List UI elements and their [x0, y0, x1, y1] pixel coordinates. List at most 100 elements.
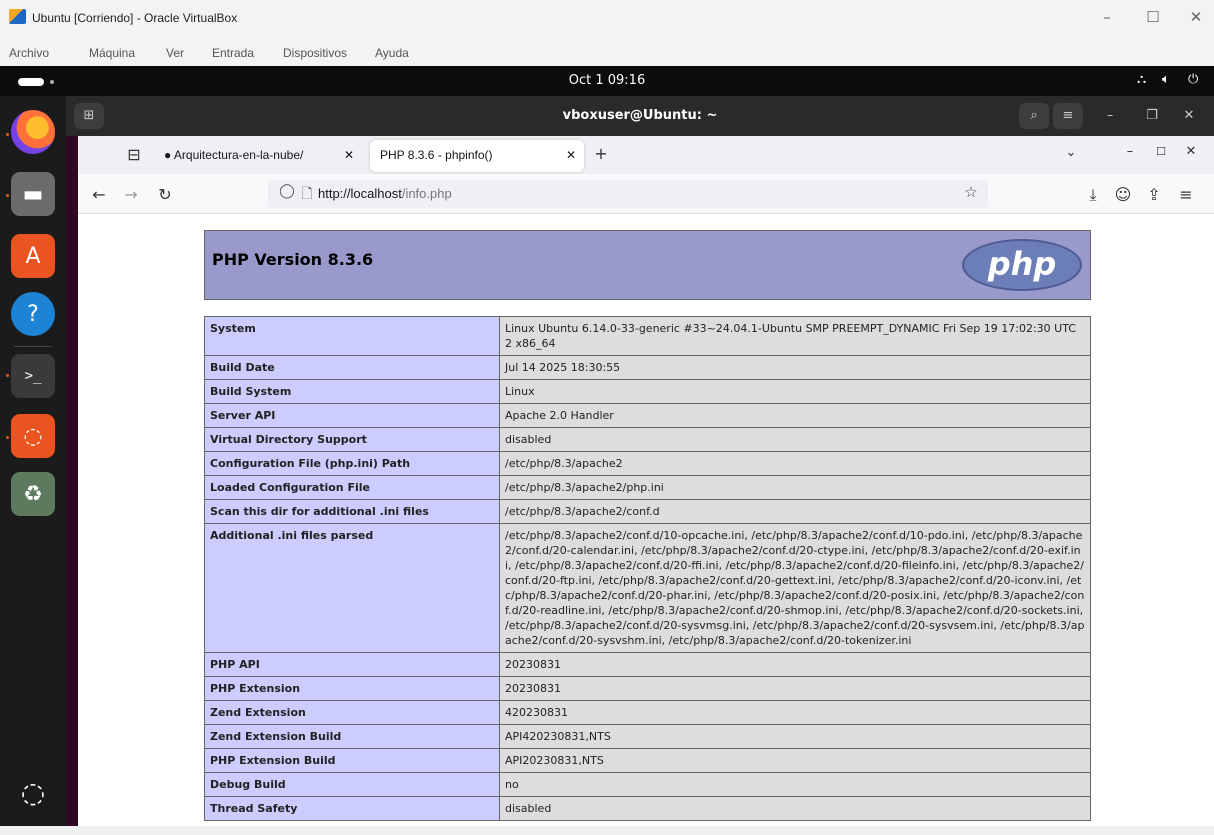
php-version-title: PHP Version 8.3.6 [212, 250, 374, 269]
network-icon[interactable]: ⛬ [1137, 72, 1146, 87]
menu-maquina[interactable]: Máquina [89, 46, 135, 60]
terminal-icon[interactable]: >_ [11, 354, 55, 398]
menu-ver[interactable]: Ver [166, 46, 184, 60]
running-indicator [6, 374, 9, 377]
table-row: Additional .ini files parsed/etc/php/8.3… [204, 523, 1091, 653]
tab-label: Arquitectura-en-la-nube/ [173, 148, 304, 162]
search-icon[interactable]: ⌕ [1019, 103, 1049, 129]
info-value: API20230831,NTS [499, 748, 1091, 773]
hamburger-menu-icon[interactable]: ≡ [1053, 103, 1083, 129]
reload-icon[interactable]: ↻ [154, 185, 176, 204]
table-row: System Linux Ubuntu 6.14.0-33-generic #33… [204, 316, 1091, 356]
phpinfo-page: PHP Version 8.3.6 php System Linux Ubuntu… [78, 214, 1214, 826]
info-key: PHP Extension Build [204, 748, 500, 773]
info-value: Linux [499, 379, 1091, 404]
php-logo[interactable]: php [962, 239, 1082, 291]
virtualbox-statusbar [0, 826, 1214, 835]
tab-label: PHP 8.3.6 - phpinfo() [380, 148, 493, 162]
page-icon[interactable]: 🗋︎ [296, 183, 318, 207]
close-icon[interactable]: ✕ [1180, 144, 1202, 159]
minimize-icon[interactable]: – [1095, 103, 1125, 129]
terminal-headerbar: ⊞ vboxuser@Ubuntu: ~ ⌕ ≡ – ❐ ✕ [66, 96, 1214, 136]
info-value: disabled [499, 427, 1091, 452]
info-value: Linux Ubuntu 6.14.0-33-generic #33~24.04… [499, 316, 1091, 356]
info-key: Loaded Configuration File [204, 475, 500, 500]
virtualbox-titlebar: Ubuntu [Corriendo] - Oracle VirtualBox –… [0, 0, 1214, 40]
forward-icon[interactable]: → [120, 185, 142, 204]
maximize-icon[interactable]: ☐ [1138, 8, 1168, 26]
clock[interactable]: Oct 1 09:16 [0, 73, 1214, 88]
running-indicator [6, 133, 9, 136]
power-icon[interactable]: ⏻ [1188, 72, 1198, 87]
tab-close-icon[interactable]: ✕ [566, 148, 576, 162]
show-apps-icon[interactable]: ◌ [11, 770, 55, 814]
ubuntu-software-icon[interactable]: ◌ [11, 414, 55, 458]
running-indicator [6, 194, 9, 197]
table-row: Zend Extension 420230831 [204, 700, 1091, 725]
info-key: Virtual Directory Support [204, 427, 500, 452]
help-icon[interactable]: ? [11, 292, 55, 336]
url-bar[interactable]: ◯ 🗋︎ http://localhost/info.php ☆ [268, 180, 988, 208]
firefox-icon[interactable] [11, 110, 55, 154]
ubuntu-dock: ▬ A ? >_ ◌ ♻ ◌ [0, 96, 66, 826]
back-icon[interactable]: ← [88, 185, 110, 204]
info-value: disabled [499, 796, 1091, 821]
minimize-icon[interactable]: – [1092, 8, 1122, 26]
info-value: 20230831 [499, 652, 1091, 677]
table-row: Server API Apache 2.0 Handler [204, 403, 1091, 428]
minimize-icon[interactable]: – [1119, 144, 1141, 159]
tab-close-icon[interactable]: ✕ [344, 148, 354, 162]
table-row: Build System Linux [204, 379, 1091, 404]
account-icon[interactable]: ☺ [1112, 185, 1134, 204]
info-key: Additional .ini files parsed [204, 523, 500, 653]
info-key: Build System [204, 379, 500, 404]
maximize-icon[interactable]: ☐ [1150, 145, 1172, 158]
info-value: /etc/php/8.3/apache2/php.ini [499, 475, 1091, 500]
url-host: http://localhost [318, 186, 402, 201]
table-row: PHP API 20230831 [204, 652, 1091, 677]
trash-icon[interactable]: ♻ [11, 472, 55, 516]
firefox-window: ⊟ ● Arquitectura-en-la-nube/ ✕ PHP 8.3.6… [78, 136, 1214, 826]
table-row: PHP Extension Build API20230831,NTS [204, 748, 1091, 773]
table-row: Scan this dir for additional .ini files /… [204, 499, 1091, 524]
info-key: Debug Build [204, 772, 500, 797]
virtualbox-menubar: Archivo Máquina Ver Entrada Dispositivos… [0, 40, 1214, 66]
menu-ayuda[interactable]: Ayuda [375, 46, 409, 60]
info-key: Zend Extension [204, 700, 500, 725]
menu-archivo[interactable]: Archivo [9, 46, 49, 60]
list-all-tabs-icon[interactable]: ⌄ [1060, 145, 1082, 160]
ubuntu-top-bar: Oct 1 09:16 ⛬ 🔈︎ ⏻ [0, 66, 1214, 96]
firefox-navbar: ← → ↻ ◯ 🗋︎ http://localhost/info.php ☆ ⤓… [78, 174, 1214, 214]
info-key: Thread Safety [204, 796, 500, 821]
php-version-header: PHP Version 8.3.6 php [204, 230, 1091, 300]
shield-icon[interactable]: ◯ [276, 183, 298, 199]
tab-github[interactable]: ● Arquitectura-en-la-nube/ ✕ [154, 140, 362, 172]
files-icon[interactable]: ▬ [11, 172, 55, 216]
volume-icon[interactable]: 🔈︎ [1162, 72, 1170, 87]
virtualbox-window-title: Ubuntu [Corriendo] - Oracle VirtualBox [32, 11, 238, 25]
info-key: Build Date [204, 355, 500, 380]
app-center-icon[interactable]: A [11, 234, 55, 278]
table-row: Thread Safety disabled [204, 796, 1091, 821]
running-indicator [6, 436, 9, 439]
table-row: Loaded Configuration File/etc/php/8.3/ap… [204, 475, 1091, 500]
new-tab-icon[interactable]: + [590, 144, 612, 163]
terminal-body [66, 136, 78, 826]
info-value: Jul 14 2025 18:30:55 [499, 355, 1091, 380]
close-icon[interactable]: ✕ [1181, 8, 1211, 26]
info-key: Zend Extension Build [204, 724, 500, 749]
info-key: Scan this dir for additional .ini files [204, 499, 500, 524]
info-value: Apache 2.0 Handler [499, 403, 1091, 428]
close-icon[interactable]: ✕ [1174, 103, 1204, 129]
menu-entrada[interactable]: Entrada [212, 46, 254, 60]
downloads-icon[interactable]: ⤓ [1082, 185, 1104, 205]
tab-phpinfo[interactable]: PHP 8.3.6 - phpinfo() ✕ [370, 140, 584, 172]
share-icon[interactable]: ⇪ [1143, 185, 1165, 204]
dock-separator [14, 346, 52, 347]
menu-dispositivos[interactable]: Dispositivos [283, 46, 347, 60]
restore-icon[interactable]: ❐ [1137, 103, 1167, 129]
firefox-view-icon[interactable]: ⊟ [123, 145, 145, 164]
info-key: Server API [204, 403, 500, 428]
app-menu-icon[interactable]: ≡ [1175, 185, 1197, 204]
bookmark-star-icon[interactable]: ☆ [960, 183, 982, 201]
